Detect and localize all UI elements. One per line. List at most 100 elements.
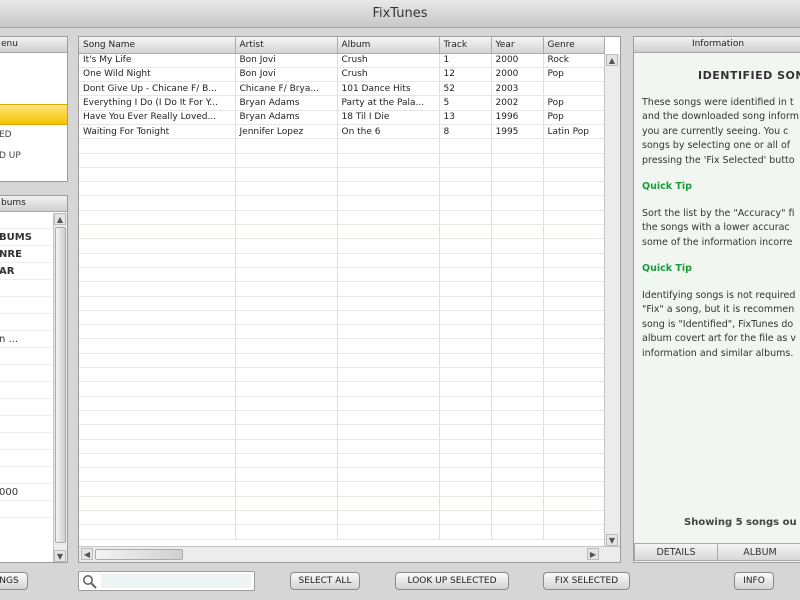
column-header[interactable]: Genre [543,37,605,54]
table-cell: 1996 [491,110,544,125]
songs-table-header-row: Song Name Artist Album Track Year Genre [79,37,605,54]
empty-table-cell [543,338,605,354]
menu-item[interactable] [0,62,67,83]
information-footer: Showing 5 songs ou [684,517,797,528]
tab-album[interactable]: ALBUM [717,543,800,561]
information-body: IDENTIFIED SON These songs were identifi… [634,53,800,369]
empty-table-cell [543,396,605,411]
songs-horizontal-scrollbar[interactable]: ◀ ▶ [79,546,620,562]
empty-table-cell [439,138,492,154]
album-list-item[interactable] [0,365,53,382]
album-list-item[interactable] [0,399,53,416]
search-input[interactable] [101,574,251,588]
empty-table-cell [235,481,338,497]
table-row[interactable]: Dont Give Up - Chicane F/ B... Chicane F/… [79,81,605,97]
column-header[interactable]: Year [491,37,544,54]
empty-table-cell [439,296,492,311]
songs-button[interactable]: NGS [0,572,28,590]
album-list-item[interactable]: NRE [0,246,53,263]
empty-table-cell [79,453,236,469]
album-list-item[interactable] [0,314,53,331]
column-header[interactable]: Song Name [79,37,236,54]
fix-selected-button[interactable]: FIX SELECTED [543,572,630,590]
table-cell: 2000 [491,53,544,68]
empty-table-cell [79,524,236,540]
empty-table-cell [235,253,338,268]
table-row[interactable]: Everything I Do (I Do It For Y... Bryan A… [79,95,605,111]
empty-table-cell [491,510,544,526]
empty-table-cell [337,167,440,183]
empty-table-cell [439,410,492,426]
table-cell: Everything I Do (I Do It For Y... [79,95,236,111]
menu-item[interactable]: D UP [0,146,67,167]
information-text-line: you are currently seeing. You c [642,125,789,137]
information-text-line: song is "Identified", FixTunes do [642,318,794,330]
window-title: FixTunes [372,6,428,21]
table-cell: Have You Ever Really Loved... [79,110,236,125]
albums-scroll-thumb[interactable] [55,227,66,543]
table-row[interactable]: It's My Life Bon Jovi Crush 1 2000 Rock [79,53,605,68]
menu-item[interactable] [0,83,67,104]
songs-scroll-up-arrow-icon[interactable]: ▲ [606,54,618,66]
table-cell: Pop [543,67,605,83]
empty-table-cell [337,524,440,540]
look-up-selected-button[interactable]: LOOK UP SELECTED [395,572,509,590]
album-list-item[interactable] [0,212,53,229]
tab-details[interactable]: DETAILS [634,543,718,561]
album-list-item[interactable]: n ... [0,331,53,348]
empty-table-cell [235,496,338,512]
empty-table-cell [337,210,440,226]
empty-table-row [79,195,605,211]
column-header[interactable]: Track [439,37,492,54]
empty-table-cell [543,424,605,440]
menu-item[interactable] [0,104,67,125]
songs-scroll-down-arrow-icon[interactable]: ▼ [606,534,618,546]
scroll-down-arrow-icon[interactable]: ▼ [54,550,66,562]
songs-horizontal-scroll-thumb[interactable] [95,549,183,560]
table-row[interactable]: Waiting For Tonight Jennifer Lopez On the … [79,124,605,140]
search-box[interactable] [78,571,255,591]
album-list-item[interactable] [0,297,53,314]
songs-scroll-left-arrow-icon[interactable]: ◀ [81,548,93,560]
empty-table-row [79,439,605,454]
empty-table-cell [337,353,440,369]
column-header[interactable]: Album [337,37,440,54]
album-list-item[interactable]: 000 [0,484,53,501]
empty-table-row [79,238,605,254]
album-list-item[interactable] [0,348,53,365]
albums-vertical-scrollbar[interactable]: ▲ ▼ [53,213,67,562]
info-button[interactable]: INFO [734,572,774,590]
album-list-item[interactable] [0,280,53,297]
table-row[interactable]: Have You Ever Really Loved... Bryan Adams… [79,110,605,125]
album-list-item[interactable] [0,467,53,484]
scroll-up-arrow-icon[interactable]: ▲ [54,213,66,225]
empty-table-cell [439,167,492,183]
songs-vertical-scrollbar[interactable]: ▲ ▼ [604,54,620,546]
empty-table-row [79,324,605,340]
songs-scroll-right-arrow-icon[interactable]: ▶ [587,548,599,560]
table-cell: Bon Jovi [235,53,338,68]
album-list-item[interactable]: BUMS [0,229,53,246]
table-row[interactable]: One Wild Night Bon Jovi Crush 12 2000 Pop [79,67,605,83]
album-list-item[interactable] [0,501,53,518]
empty-table-cell [235,138,338,154]
empty-table-cell [491,138,544,154]
information-text-line: Sort the list by the "Accuracy" fi [642,207,795,219]
empty-table-cell [491,338,544,354]
empty-table-cell [543,296,605,311]
empty-table-cell [543,195,605,211]
album-list-item[interactable] [0,433,53,450]
album-list-item[interactable] [0,382,53,399]
empty-table-cell [337,224,440,240]
column-header[interactable]: Artist [235,37,338,54]
information-header-label: Information [691,39,745,49]
empty-table-cell [543,453,605,469]
information-text-line: album covert art for the file as v [642,333,797,344]
album-list-item[interactable]: AR [0,263,53,280]
empty-table-row [79,367,605,383]
empty-table-cell [491,524,544,540]
album-list-item[interactable] [0,450,53,467]
menu-item[interactable]: ED [0,125,67,146]
album-list-item[interactable] [0,416,53,433]
select-all-button[interactable]: SELECT ALL [290,572,360,590]
